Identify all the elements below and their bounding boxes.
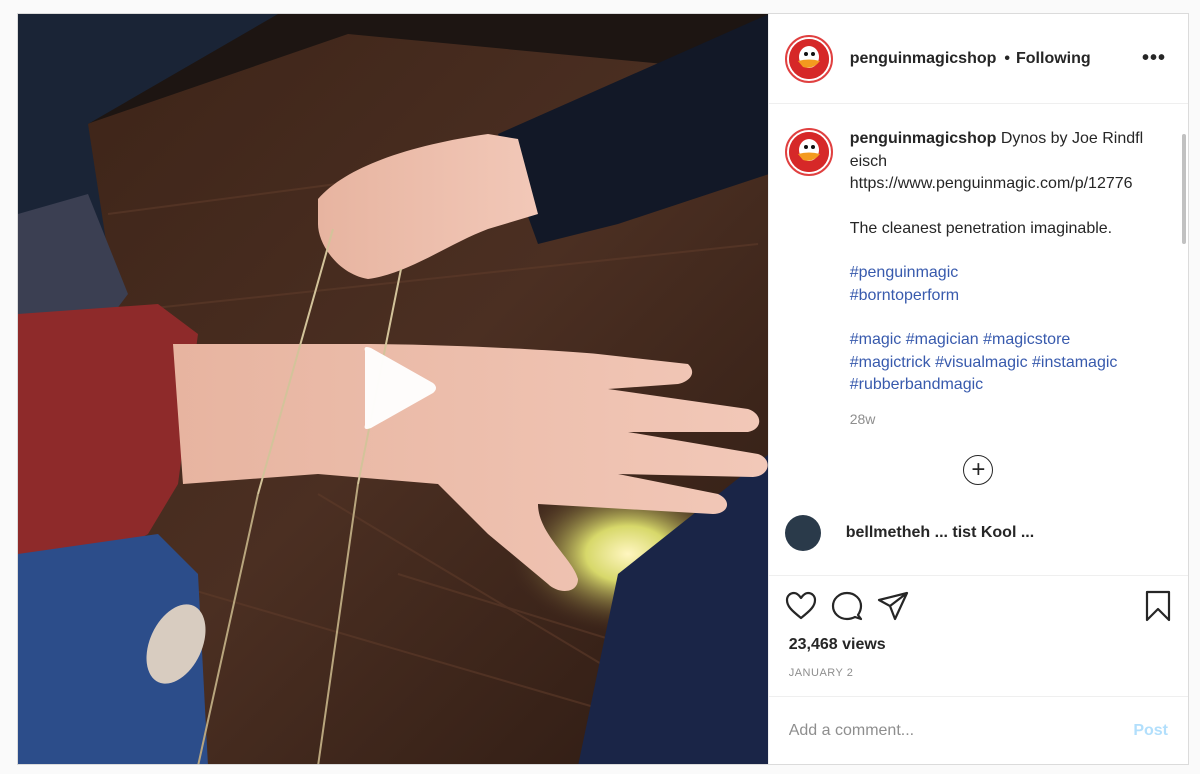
penguin-logo-icon xyxy=(788,132,829,172)
following-button[interactable]: Following xyxy=(1016,50,1091,68)
caption-age[interactable]: 28w xyxy=(850,411,1172,427)
caption-username[interactable]: penguinmagicshop xyxy=(850,130,997,147)
action-icons xyxy=(785,590,1172,622)
penguin-logo-icon xyxy=(788,38,829,79)
post-header: penguinmagicshop • Following ••• xyxy=(768,14,1188,104)
hashtag-link[interactable]: #instamagic xyxy=(1032,354,1117,371)
hashtag-link[interactable]: #magicstore xyxy=(983,331,1070,348)
video-player[interactable] xyxy=(18,14,768,764)
post-dialog: penguinmagicshop • Following ••• penguin… xyxy=(17,13,1189,765)
comment-text: bellmetheh ... tist Kool ... xyxy=(845,523,1035,541)
hashtag-link[interactable]: #magic xyxy=(850,331,902,348)
caption-text: penguinmagicshop Dynos by Joe Rindfleisc… xyxy=(850,128,1146,397)
hashtag-link[interactable]: #rubberbandmagic xyxy=(850,376,983,393)
post-button[interactable]: Post xyxy=(1133,722,1168,740)
view-count[interactable]: 23,468 views xyxy=(789,636,1172,654)
comment-input[interactable] xyxy=(788,721,1134,740)
commenter-avatar[interactable] xyxy=(784,514,821,551)
comment-item: bellmetheh ... tist Kool ... xyxy=(784,514,1172,551)
scrollbar[interactable] xyxy=(1182,134,1186,244)
hashtag-link[interactable]: #visualmagic xyxy=(935,354,1027,371)
share-icon[interactable] xyxy=(877,591,909,621)
more-horizontal-icon[interactable]: ••• xyxy=(1136,47,1172,70)
hashtag-link[interactable]: #magician xyxy=(906,331,979,348)
hashtag-link[interactable]: #borntoperform xyxy=(850,287,959,304)
avatar[interactable] xyxy=(784,34,833,83)
load-more-comments: + xyxy=(785,454,1172,485)
play-icon[interactable] xyxy=(359,345,439,431)
separator-dot: • xyxy=(1004,49,1010,67)
post-date[interactable]: JANUARY 2 xyxy=(789,667,1172,679)
caption: penguinmagicshop Dynos by Joe Rindfleisc… xyxy=(784,128,1172,397)
header-username[interactable]: penguinmagicshop xyxy=(850,50,997,68)
bookmark-icon[interactable] xyxy=(1144,590,1172,622)
plus-circle-icon[interactable]: + xyxy=(963,454,994,485)
comments-area[interactable]: penguinmagicshop Dynos by Joe Rindfleisc… xyxy=(769,104,1188,575)
comment-box: Post xyxy=(768,696,1188,764)
hashtag-link[interactable]: #penguinmagic xyxy=(850,264,959,281)
hashtag-link[interactable]: #magictrick xyxy=(850,354,931,371)
comment-icon[interactable] xyxy=(831,591,863,621)
caption-tagline: The cleanest penetration imaginable. xyxy=(849,219,1113,237)
heart-icon[interactable] xyxy=(785,591,817,621)
post-sidebar: penguinmagicshop • Following ••• penguin… xyxy=(767,14,1188,764)
caption-avatar[interactable] xyxy=(784,128,833,176)
post-actions: 23,468 views JANUARY 2 Post xyxy=(768,575,1188,764)
caption-url: https://www.penguinmagic.com/p/12776 xyxy=(849,175,1133,192)
